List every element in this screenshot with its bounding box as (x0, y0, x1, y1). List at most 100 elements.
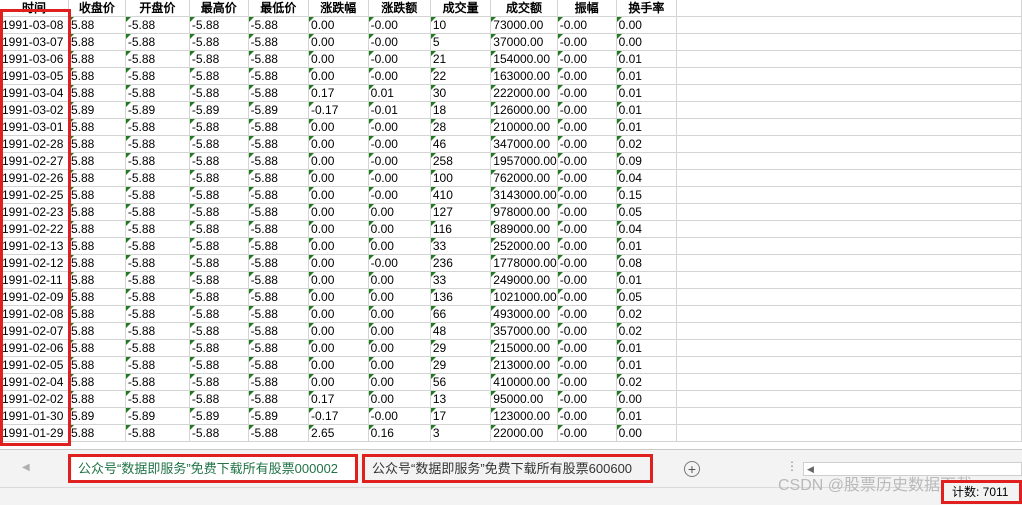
cell[interactable]: 0.01 (616, 101, 678, 119)
cell[interactable]: 0.17 (308, 84, 369, 102)
cell[interactable]: 0.01 (616, 356, 678, 374)
cell[interactable]: 22 (430, 67, 492, 85)
cell[interactable]: -5.88 (125, 254, 190, 272)
cell[interactable]: -5.88 (125, 339, 190, 357)
cell[interactable]: -5.88 (248, 237, 310, 255)
spreadsheet-grid[interactable]: 时间 收盘价 开盘价 最高价 最低价 涨跌幅 涨跌额 成交量 成交额 振幅 换手率 1991-03-0… (0, 0, 1022, 448)
cell[interactable]: -0.00 (557, 356, 617, 374)
cell[interactable]: 1991-02-26 (0, 169, 69, 187)
cell[interactable]: -0.00 (557, 220, 617, 238)
empty-cell[interactable] (676, 390, 1022, 408)
cell[interactable]: 0.00 (308, 152, 369, 170)
cell[interactable]: 0.17 (308, 390, 369, 408)
cell[interactable]: 1021000.00 (490, 288, 558, 306)
empty-cell[interactable] (676, 220, 1022, 238)
cell[interactable]: 5.88 (68, 16, 126, 34)
cell[interactable]: -0.17 (308, 407, 369, 425)
cell[interactable]: -5.88 (248, 118, 310, 136)
cell[interactable]: -5.89 (248, 101, 310, 119)
cell[interactable]: 3 (430, 424, 492, 442)
cell[interactable]: -5.88 (189, 135, 249, 153)
column-header[interactable]: 成交额 (490, 0, 558, 17)
column-header[interactable]: 涨跌额 (368, 0, 431, 17)
cell[interactable]: -5.88 (189, 373, 249, 391)
cell[interactable]: 1991-01-29 (0, 424, 69, 442)
cell[interactable]: 0.02 (616, 305, 678, 323)
cell[interactable]: -0.00 (557, 67, 617, 85)
cell[interactable]: 0.15 (616, 186, 678, 204)
cell[interactable]: 236 (430, 254, 492, 272)
cell[interactable]: 29 (430, 339, 492, 357)
cell[interactable]: -0.00 (557, 33, 617, 51)
cell[interactable]: 1991-02-12 (0, 254, 69, 272)
cell[interactable]: 5.88 (68, 254, 126, 272)
cell[interactable]: -0.00 (557, 305, 617, 323)
cell[interactable]: 0.00 (308, 305, 369, 323)
cell[interactable]: 1991-02-22 (0, 220, 69, 238)
cell[interactable]: 0.00 (616, 424, 678, 442)
cell[interactable]: 0.02 (616, 373, 678, 391)
cell[interactable]: -5.88 (248, 16, 310, 34)
cell[interactable]: 1991-03-02 (0, 101, 69, 119)
cell[interactable]: -5.88 (248, 84, 310, 102)
cell[interactable]: 5.88 (68, 67, 126, 85)
cell[interactable]: 762000.00 (490, 169, 558, 187)
cell[interactable]: -5.88 (248, 220, 310, 238)
cell[interactable]: 0.00 (308, 16, 369, 34)
cell[interactable]: 116 (430, 220, 492, 238)
cell[interactable]: -0.00 (368, 16, 431, 34)
cell[interactable]: 100 (430, 169, 492, 187)
cell[interactable]: 73000.00 (490, 16, 558, 34)
cell[interactable]: 0.00 (308, 50, 369, 68)
plus-circle-icon[interactable]: + (684, 461, 700, 477)
empty-cell[interactable] (676, 356, 1022, 374)
cell[interactable]: 0.00 (308, 203, 369, 221)
cell[interactable]: -5.88 (248, 203, 310, 221)
cell[interactable]: -0.00 (557, 288, 617, 306)
cell[interactable]: 5.88 (68, 288, 126, 306)
cell[interactable]: -5.88 (248, 67, 310, 85)
cell[interactable]: -5.88 (125, 118, 190, 136)
cell[interactable]: -5.88 (189, 186, 249, 204)
cell[interactable]: 0.08 (616, 254, 678, 272)
cell[interactable]: 1991-02-07 (0, 322, 69, 340)
cell[interactable]: 30 (430, 84, 492, 102)
empty-cell[interactable] (676, 16, 1022, 34)
cell[interactable]: -5.88 (189, 356, 249, 374)
cell[interactable]: 0.16 (368, 424, 431, 442)
cell[interactable]: -5.88 (248, 356, 310, 374)
cell[interactable]: 0.00 (308, 288, 369, 306)
cell[interactable]: -0.00 (557, 339, 617, 357)
cell[interactable]: 5.88 (68, 373, 126, 391)
cell[interactable]: 163000.00 (490, 67, 558, 85)
cell[interactable]: -5.88 (248, 288, 310, 306)
cell[interactable]: 357000.00 (490, 322, 558, 340)
cell[interactable]: 410 (430, 186, 492, 204)
cell[interactable]: 5.88 (68, 50, 126, 68)
cell[interactable]: -5.88 (248, 33, 310, 51)
empty-cell[interactable] (676, 152, 1022, 170)
cell[interactable]: 0.00 (368, 339, 431, 357)
column-header[interactable]: 最低价 (248, 0, 310, 17)
cell[interactable]: 410000.00 (490, 373, 558, 391)
empty-cell[interactable] (676, 339, 1022, 357)
cell[interactable]: -5.88 (125, 271, 190, 289)
cell[interactable]: 1991-02-04 (0, 373, 69, 391)
cell[interactable]: 0.00 (368, 373, 431, 391)
empty-cell[interactable] (676, 305, 1022, 323)
column-header[interactable]: 振幅 (557, 0, 617, 17)
cell[interactable]: 0.01 (616, 84, 678, 102)
cell[interactable]: -5.88 (248, 373, 310, 391)
data-table[interactable]: 时间 收盘价 开盘价 最高价 最低价 涨跌幅 涨跌额 成交量 成交额 振幅 换手率 1991-03-0… (0, 0, 1022, 442)
cell[interactable]: 5.88 (68, 33, 126, 51)
empty-cell[interactable] (676, 424, 1022, 442)
cell[interactable]: -5.88 (248, 254, 310, 272)
cell[interactable]: 0.00 (368, 288, 431, 306)
cell[interactable]: 5.88 (68, 118, 126, 136)
cell[interactable]: 126000.00 (490, 101, 558, 119)
cell[interactable]: 5.88 (68, 169, 126, 187)
cell[interactable]: -5.88 (125, 152, 190, 170)
cell[interactable]: 1991-02-28 (0, 135, 69, 153)
cell[interactable]: 0.00 (368, 237, 431, 255)
empty-cell[interactable] (676, 118, 1022, 136)
